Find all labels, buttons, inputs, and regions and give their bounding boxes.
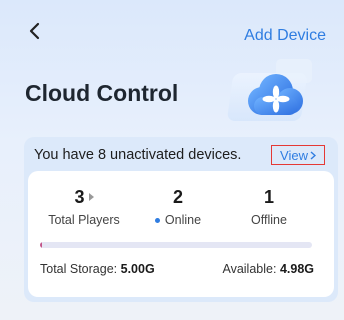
page-title: Cloud Control bbox=[25, 80, 179, 106]
view-label: View bbox=[280, 147, 308, 163]
chevron-right-icon bbox=[310, 150, 316, 160]
total-players-count: 3 bbox=[74, 186, 85, 207]
storage-usage-fill bbox=[40, 242, 43, 248]
available-storage-value: 4.98G bbox=[279, 262, 314, 276]
stat-offline: 1 Offline bbox=[219, 186, 319, 228]
back-button[interactable] bbox=[28, 22, 42, 40]
available-storage-label: Available: bbox=[222, 262, 277, 276]
total-storage: Total Storage: 5.00G bbox=[40, 262, 155, 276]
offline-count: 1 bbox=[263, 186, 274, 207]
cloud-illustration-icon bbox=[224, 55, 322, 131]
online-status-dot-icon bbox=[154, 217, 160, 223]
storage-usage-bar bbox=[40, 242, 312, 248]
total-storage-label: Total Storage: bbox=[40, 262, 118, 276]
stat-online: 2 Online bbox=[128, 186, 228, 227]
add-device-button[interactable]: Add Device bbox=[244, 27, 326, 45]
caret-right-icon bbox=[88, 193, 94, 201]
unactivated-notice: You have 8 unactivated devices. bbox=[34, 147, 242, 163]
offline-label: Offline bbox=[251, 213, 287, 227]
view-button[interactable]: View bbox=[271, 145, 325, 165]
total-storage-value: 5.00G bbox=[120, 262, 155, 276]
available-storage: Available: 4.98G bbox=[222, 262, 314, 276]
chevron-left-icon bbox=[29, 22, 40, 40]
total-players-label: Total Players bbox=[48, 213, 120, 227]
online-label: Online bbox=[164, 213, 202, 227]
stat-total-players[interactable]: 3 Total Players bbox=[34, 186, 134, 228]
online-count: 2 bbox=[172, 186, 183, 207]
